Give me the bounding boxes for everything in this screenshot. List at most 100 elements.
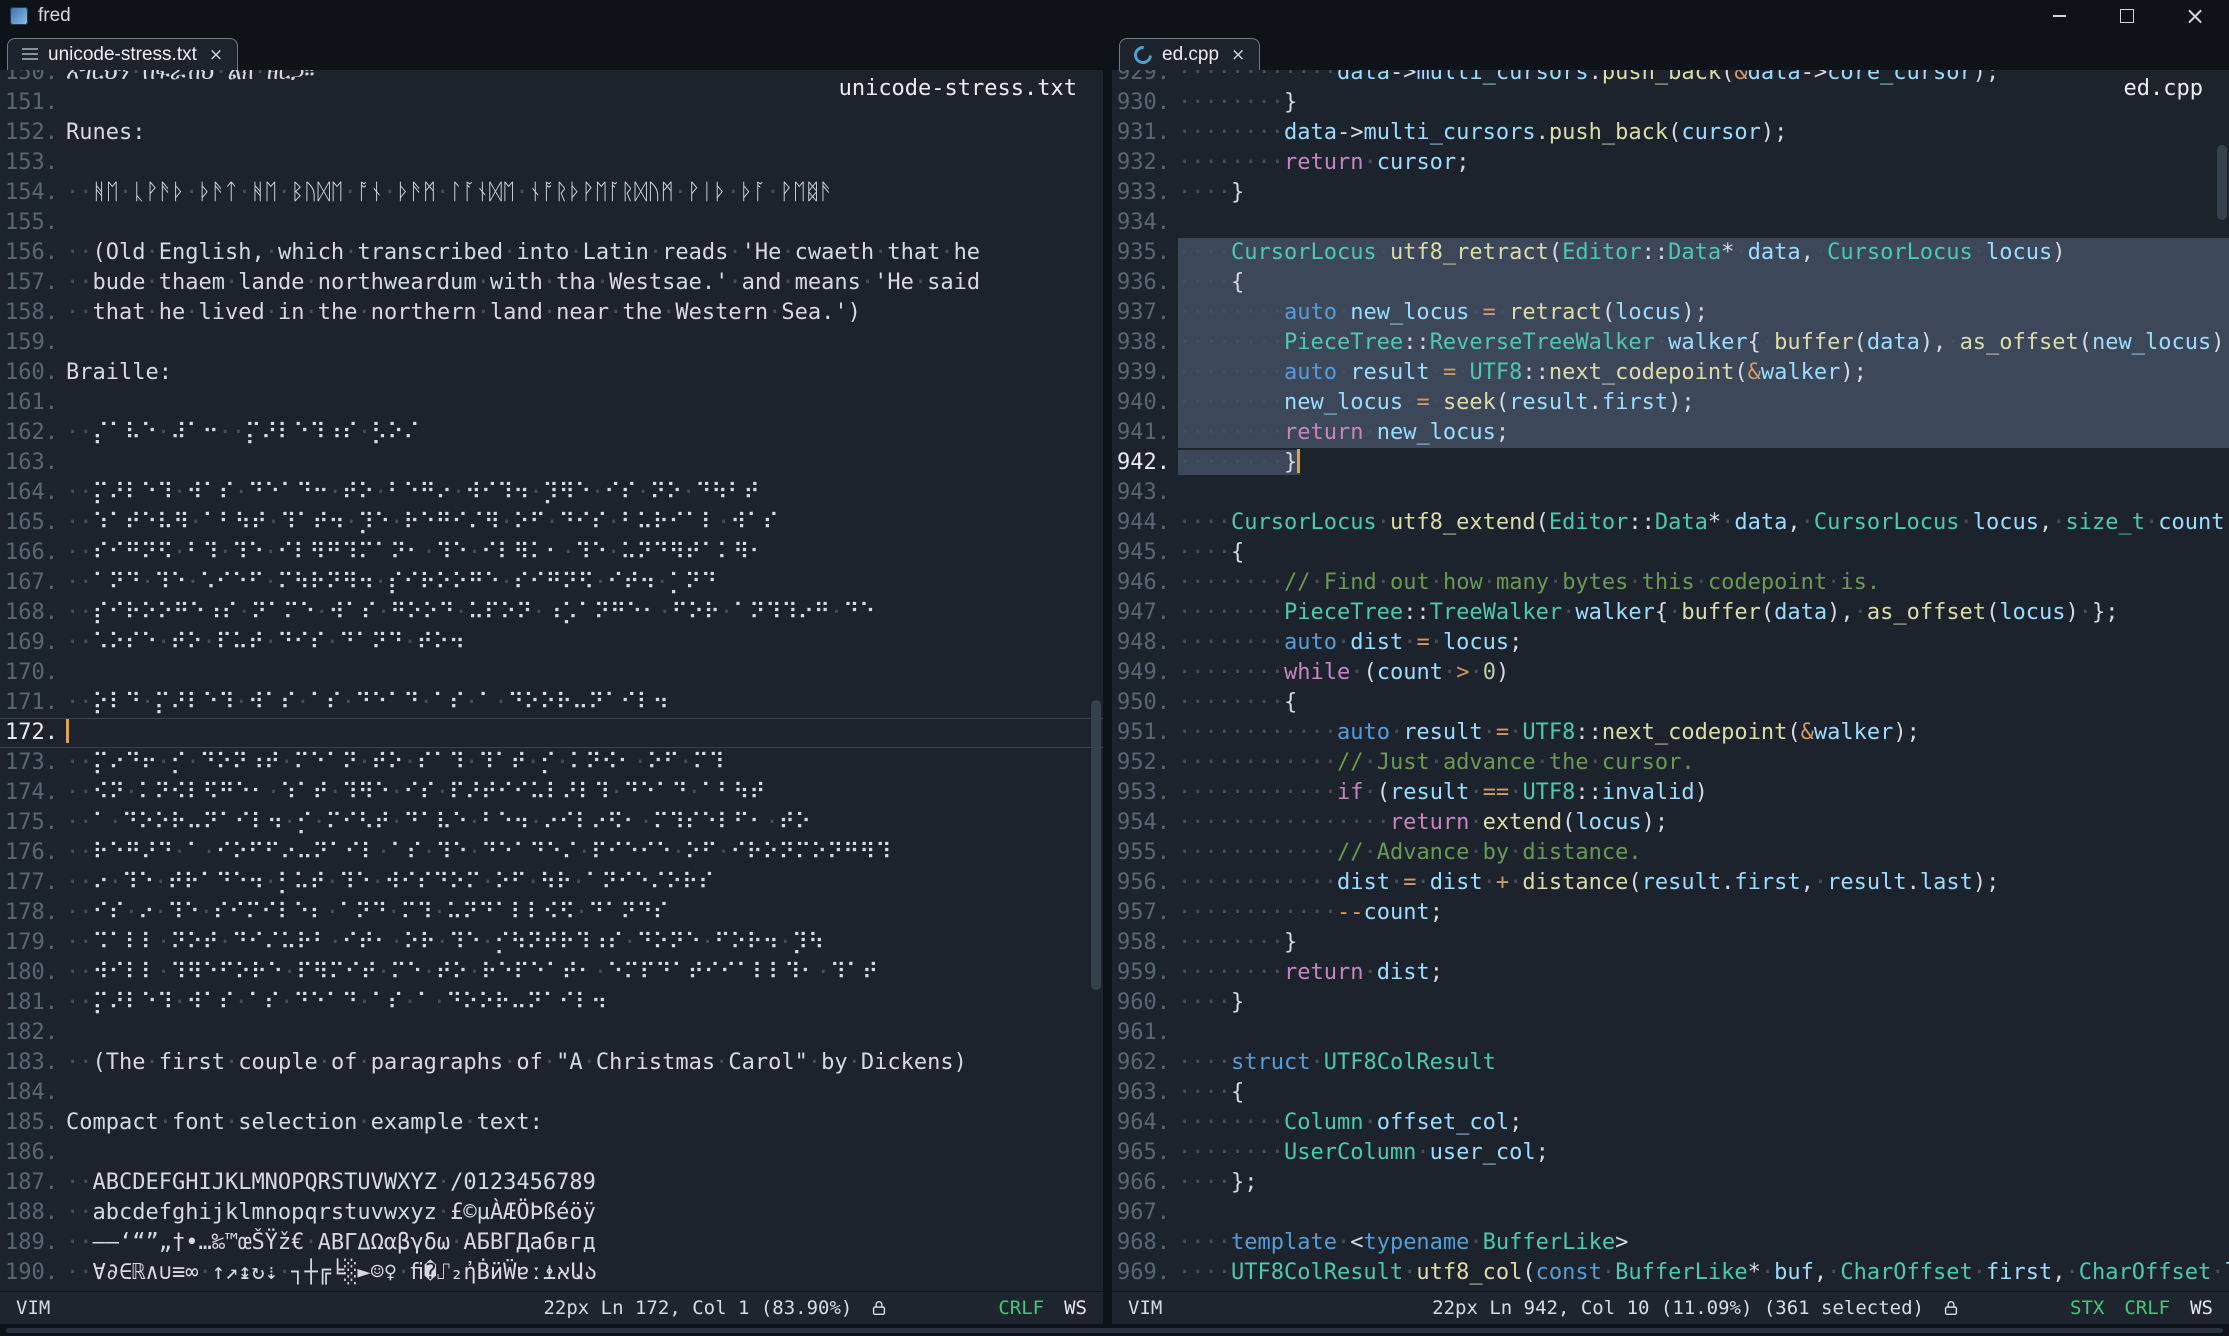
code-line[interactable]: 186. [0,1138,1103,1168]
code-line[interactable]: 945.····{ [1112,538,2229,568]
code-line[interactable]: 947.········PieceTree::TreeWalker·walker… [1112,598,2229,628]
code-line[interactable]: 941.········return·new_locus; [1112,418,2229,448]
minimize-button[interactable] [2025,0,2093,32]
code-line[interactable]: 169.··⠡⠕⠎⠑·⠞⠕·⠏⠥⠞·⠙⠊⠎·⠙⠁⠝⠙·⠞⠕⠲ [0,628,1103,658]
code-line[interactable]: 176.··⠗⠑⠛⠜⠙·⠁·⠊⠕⠋⠋⠔⠤⠝⠁⠊⠇·⠁⠎·⠹⠑·⠙⠑⠁⠙⠑⠌·⠏⠊… [0,838,1103,868]
close-button[interactable]: × [2161,0,2229,32]
code-line[interactable]: 180.··⠺⠊⠇⠇·⠹⠻⠑⠋⠕⠗⠑·⠏⠻⠍⠊⠞·⠍⠑·⠞⠕·⠗⠑⠏⠑⠁⠞⠂·⠑… [0,958,1103,988]
code-line[interactable]: 175.··⠁·⠙⠕⠕⠗⠤⠝⠁⠊⠇⠲·⡊·⠍⠊⠣⠞·⠙⠁⠧⠑·⠃⠑⠲·⠔⠊⠇⠔⠫… [0,808,1103,838]
vertical-scrollbar[interactable] [1089,70,1103,1292]
code-line[interactable]: 961. [1112,1018,2229,1048]
code-line[interactable]: 949.········while·(count·>·0) [1112,658,2229,688]
code-line[interactable]: 156.··(Old·English,·which·transcribed·in… [0,238,1103,268]
code-line[interactable]: 935.····CursorLocus·utf8_retract(Editor:… [1112,238,2229,268]
tab-unicode-stress-txt[interactable]: unicode-stress.txt × [7,38,238,70]
code-line[interactable]: 161. [0,388,1103,418]
code-line[interactable]: 158.··that·he·lived·in·the·northern·land… [0,298,1103,328]
vertical-scrollbar[interactable] [2215,70,2229,1292]
code-line[interactable]: 174.··⠪⠝·⠅⠝⠪⠇⠫⠛⠑⠂·⠱⠁⠞·⠹⠻⠑·⠊⠎·⠏⠜⠞⠊⠊⠥⠇⠜⠇⠹·… [0,778,1103,808]
code-line[interactable]: 164.··⡍⠜⠇⠑⠹·⠺⠁⠎·⠙⠑⠁⠙⠒·⠞⠕·⠃⠑⠛⠔·⠺⠊⠹⠲·⡹⠻⠑·⠊… [0,478,1103,508]
code-line[interactable]: 168.··⡎⠊⠗⠕⠕⠛⠑⠰⠎·⠝⠁⠍⠑·⠺⠁⠎·⠛⠕⠕⠙·⠥⠏⠕⠝·⠰⡡⠁⠝⠛… [0,598,1103,628]
code-area[interactable]: 150.እግርህን·በፍራሽህ·ልክ·ዘርጋ።151.152.Runes:153… [0,70,1103,1292]
code-line[interactable]: 936.····{ [1112,268,2229,298]
lock-icon[interactable] [1942,1298,1960,1318]
code-line[interactable]: 967. [1112,1198,2229,1228]
code-line[interactable]: 931.········data->multi_cursors.push_bac… [1112,118,2229,148]
code-line[interactable]: 960.····} [1112,988,2229,1018]
tab-close-icon[interactable]: × [1231,45,1245,65]
code-line[interactable]: 153. [0,148,1103,178]
vscrollbar-thumb[interactable] [1091,700,1101,990]
hscrollbar-thumb[interactable] [6,1328,2223,1333]
code-line[interactable]: 948.········auto·dist·=·locus; [1112,628,2229,658]
code-line[interactable]: 965.········UserColumn·user_col; [1112,1138,2229,1168]
pane-divider[interactable] [1103,32,1112,1336]
code-line[interactable]: 929.············data->multi_cursors.push… [1112,70,2229,88]
code-line[interactable]: 177.··⠔·⠹⠑·⠞⠗⠁⠙⠑⠲·⡃⠥⠞·⠹⠑·⠺⠊⠎⠙⠕⠍·⠕⠋·⠳⠗·⠁⠝… [0,868,1103,898]
code-line[interactable]: 189.··–—‘“”„†•…‰™œŠŸž€·ΑΒΓΔΩαβγδω·АБВГДа… [0,1228,1103,1258]
vscrollbar-thumb[interactable] [2217,145,2227,220]
code-line[interactable]: 963.····{ [1112,1078,2229,1108]
code-line[interactable]: 934. [1112,208,2229,238]
code-line[interactable]: 955.············//·Advance·by·distance. [1112,838,2229,868]
token: he [159,300,186,325]
code-line[interactable]: 184. [0,1078,1103,1108]
code-line[interactable]: 182. [0,1018,1103,1048]
code-line[interactable]: 946.········//·Find·out·how·many·bytes·t… [1112,568,2229,598]
code-line[interactable]: 157.··bude·thaem·lande·northweardum·with… [0,268,1103,298]
code-line[interactable]: 171.··⡕⠇⠙·⡍⠜⠇⠑⠹·⠺⠁⠎·⠁⠎·⠙⠑⠁⠙·⠁⠎·⠁·⠙⠕⠕⠗⠤⠝⠁… [0,688,1103,718]
code-line[interactable]: 178.··⠊⠎·⠔·⠹⠑·⠎⠊⠍⠊⠇⠑⠆·⠁⠝⠙·⠍⠹·⠥⠝⠙⠁⠇⠇⠪⠫·⠙⠁… [0,898,1103,928]
code-line[interactable]: 930.········} [1112,88,2229,118]
maximize-button[interactable] [2093,0,2161,32]
code-line[interactable]: 939.········auto·result·=·UTF8::next_cod… [1112,358,2229,388]
code-line[interactable]: 942.········} [1112,448,2229,478]
code-line[interactable]: 170. [0,658,1103,688]
code-line[interactable]: 937.········auto·new_locus·=·retract(loc… [1112,298,2229,328]
code-line[interactable]: 162.··⡌⠁⠧⠑·⠼⠁⠒··⡍⠜⠇⠑⠹⠰⠎·⡣⠕⠌ [0,418,1103,448]
code-line[interactable]: 190.··∀∂∈ℝ∧∪≡∞·↑↗↨↻⇣·┐┼╔╘░►☺♀·ﬁ�⑀₂ἠḂӥẄɐː… [0,1258,1103,1288]
code-line[interactable]: 943. [1112,478,2229,508]
code-line[interactable]: 160.Braille: [0,358,1103,388]
code-line[interactable]: 181.··⡍⠜⠇⠑⠹·⠺⠁⠎·⠁⠎·⠙⠑⠁⠙·⠁⠎·⠁·⠙⠕⠕⠗⠤⠝⠁⠊⠇⠲ [0,988,1103,1018]
code-line[interactable]: 969.····UTF8ColResult·utf8_col(const·Buf… [1112,1258,2229,1288]
tab-ed-cpp[interactable]: ed.cpp × [1119,38,1260,70]
code-line[interactable]: 962.····struct·UTF8ColResult [1112,1048,2229,1078]
code-line[interactable]: 966.····}; [1112,1168,2229,1198]
code-line[interactable]: 958.········} [1112,928,2229,958]
code-line[interactable]: 187.··ABCDEFGHIJKLMNOPQRSTUVWXYZ·/012345… [0,1168,1103,1198]
code-line[interactable]: 159. [0,328,1103,358]
tab-close-icon[interactable]: × [209,45,223,65]
code-line[interactable]: 953.············if·(result·==·UTF8::inva… [1112,778,2229,808]
editor-split: unicode-stress.txt × 150.እግርህን·በፍራሽህ·ልክ·… [0,32,2229,1336]
code-line[interactable]: 155. [0,208,1103,238]
code-line[interactable]: 152.Runes: [0,118,1103,148]
code-line[interactable]: 172. [0,718,1103,748]
code-area[interactable]: 929.············data->multi_cursors.push… [1112,70,2229,1292]
code-line[interactable]: 950.········{ [1112,688,2229,718]
lock-icon[interactable] [870,1298,888,1318]
code-line[interactable]: 954.················return·extend(locus)… [1112,808,2229,838]
code-line[interactable]: 964.········Column·offset_col; [1112,1108,2229,1138]
code-line[interactable]: 957.············--count; [1112,898,2229,928]
title-bar[interactable]: fred × [0,0,2229,32]
code-line[interactable]: 956.············dist·=·dist·+·distance(r… [1112,868,2229,898]
code-line[interactable]: 183.··(The·first·couple·of·paragraphs·of… [0,1048,1103,1078]
code-line[interactable]: 944.····CursorLocus·utf8_extend(Editor::… [1112,508,2229,538]
code-line[interactable]: 154.··ᚻᛖ·ᚳᚹᚫᚦ·ᚦᚫᛏ·ᚻᛖ·ᛒᚢᛞᛖ·ᚩᚾ·ᚦᚫᛗ·ᛚᚪᚾᛞᛖ·ᚾ… [0,178,1103,208]
code-line[interactable]: 188.··abcdefghijklmnopqrstuvwxyz·£©µÀÆÖÞ… [0,1198,1103,1228]
code-line[interactable]: 951.············auto·result·=·UTF8::next… [1112,718,2229,748]
code-line[interactable]: 952.············//·Just·advance·the·curs… [1112,748,2229,778]
code-line[interactable]: 933.····} [1112,178,2229,208]
code-line[interactable]: 163. [0,448,1103,478]
code-line[interactable]: 165.··⠱⠁⠞⠑⠧⠻·⠁⠃⠳⠞·⠹⠁⠞⠲·⡹⠑·⠗⠑⠛⠊⠌⠻·⠕⠋·⠙⠊⠎·… [0,508,1103,538]
code-line[interactable]: 173.··⡍⠔⠙⠖·⡊·⠙⠕⠝⠰⠞·⠍⠑⠁⠝·⠞⠕·⠎⠁⠹·⠹⠁⠞·⡊·⠅⠝⠪… [0,748,1103,778]
code-line[interactable]: 938.········PieceTree::ReverseTreeWalker… [1112,328,2229,358]
code-line[interactable]: 166.··⠎⠊⠛⠝⠫·⠃⠹·⠹⠑·⠊⠇⠻⠛⠹⠍⠁⠝⠂·⠹⠑·⠊⠇⠻⠅⠂·⠹⠑·… [0,538,1103,568]
code-line[interactable]: 179.··⠩⠁⠇⠇·⠝⠕⠞·⠙⠊⠌⠥⠗⠃·⠊⠞⠂·⠕⠗·⠹⠑·⡊⠳⠝⠞⠗⠹⠰⠎… [0,928,1103,958]
code-line[interactable]: 959.········return·dist; [1112,958,2229,988]
code-line[interactable]: 940.········new_locus·=·seek(result.firs… [1112,388,2229,418]
code-line[interactable]: 185.Compact·font·selection·example·text: [0,1108,1103,1138]
code-line[interactable]: 167.··⠁⠝⠙·⠹⠑·⠡⠊⠑⠋·⠍⠳⠗⠝⠻⠲·⡎⠊⠗⠕⠕⠛⠑·⠎⠊⠛⠝⠫·⠊… [0,568,1103,598]
code-line[interactable]: 932.········return·cursor; [1112,148,2229,178]
code-line[interactable]: 968.····template·<typename·BufferLike> [1112,1228,2229,1258]
